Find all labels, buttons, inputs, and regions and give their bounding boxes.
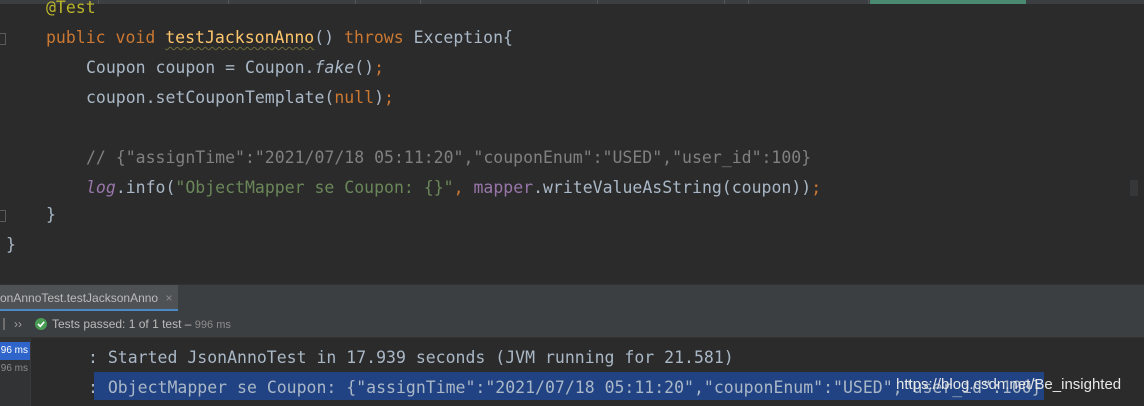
code-line-set-template: coupon.setCouponTemplate(null);	[86, 88, 394, 107]
code-line-class-close: }	[6, 235, 16, 254]
code-line-method-close: }	[46, 205, 56, 224]
run-tab-bar: onAnnoTest.testJacksonAnno ×	[0, 284, 1144, 312]
test-tree: 96 ms 96 ms	[0, 338, 31, 406]
code-line-coupon-fake: Coupon coupon = Coupon.fake();	[86, 58, 385, 77]
tests-passed-icon	[34, 311, 48, 337]
test-tree-item[interactable]: 96 ms	[0, 342, 30, 360]
code-editor[interactable]: @Test public void testJacksonAnno() thro…	[0, 0, 1144, 262]
code-line-method-signature: public void testJacksonAnno() throws Exc…	[46, 28, 513, 47]
run-tab-label: onAnnoTest.testJacksonAnno	[0, 291, 159, 305]
console-line: : Started JsonAnnoTest in 17.939 seconds…	[88, 348, 734, 367]
expand-toolbar-button[interactable]: ››	[14, 311, 22, 337]
test-tree-item[interactable]: 96 ms	[0, 360, 30, 378]
close-icon[interactable]: ×	[165, 291, 172, 305]
panel-divider[interactable]	[0, 262, 1144, 284]
toolbar-handle-icon[interactable]	[2, 311, 10, 337]
code-line-comment: // {"assignTime":"2021/07/18 05:11:20","…	[86, 148, 812, 167]
code-line-annotation: @Test	[46, 0, 96, 17]
code-line-log-info: log.info("ObjectMapper se Coupon: {}", m…	[86, 178, 822, 197]
editor-scroll-marker	[1130, 180, 1138, 196]
console-panel[interactable]: 96 ms 96 ms : Started JsonAnnoTest in 17…	[0, 338, 1144, 406]
fold-marker-icon[interactable]	[0, 210, 6, 222]
fold-marker-icon[interactable]	[0, 33, 6, 45]
active-editor-tab-indicator[interactable]	[870, 0, 1026, 4]
watermark-text: https://blog.csdn.net/Be_insighted	[896, 376, 1122, 393]
run-toolbar: ›› Tests passed: 1 of 1 test – 996 ms	[0, 311, 1144, 338]
run-tab-test[interactable]: onAnnoTest.testJacksonAnno ×	[0, 285, 179, 311]
test-status: Tests passed: 1 of 1 test – 996 ms	[52, 317, 231, 331]
